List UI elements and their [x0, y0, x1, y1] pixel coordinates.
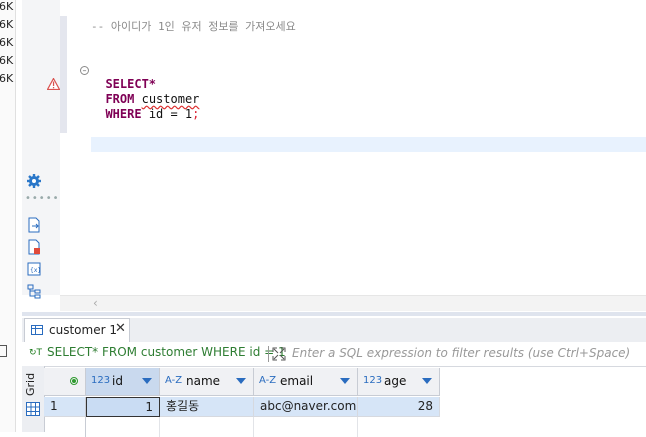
sql-comment[interactable]: -- 아이디가 1인 유저 정보를 가져오세요 — [91, 18, 296, 34]
cell-email[interactable]: abc@naver.com — [254, 397, 358, 417]
sort-arrow-icon[interactable] — [236, 378, 246, 384]
fold-region-bar — [60, 16, 67, 133]
text-type-icon: A-Z — [259, 375, 277, 386]
text-type-icon: A-Z — [165, 375, 183, 386]
column-name: age — [384, 374, 407, 388]
numeric-type-icon: 123 — [91, 375, 111, 386]
results-grid: 123 id A-Z name A-Z email 123 age 1 1 홍길… — [44, 368, 646, 437]
size-label: 6K — [0, 72, 14, 85]
svg-text:{x}: {x} — [30, 267, 41, 274]
current-line-highlight — [91, 137, 646, 152]
cell-id[interactable]: 1 — [86, 397, 160, 417]
sql-line-where[interactable]: WHERE id = 1; — [91, 93, 199, 121]
left-panel-strip: 6K 6K 6K 6K 6K — [0, 0, 16, 432]
editor-horizontal-scrollbar[interactable]: ‹ — [60, 295, 646, 311]
size-label: 6K — [0, 0, 14, 13]
sort-arrow-icon[interactable] — [142, 378, 152, 384]
where-condition: id = 1 — [148, 107, 193, 121]
file-error-icon[interactable] — [26, 239, 42, 255]
select-all-icon[interactable] — [70, 377, 78, 385]
sort-arrow-icon[interactable] — [422, 378, 432, 384]
column-name: id — [112, 374, 123, 388]
cell-age[interactable]: 28 — [358, 397, 440, 417]
results-divider[interactable] — [22, 312, 646, 316]
table-row[interactable]: 1 1 홍길동 abc@naver.com 28 — [44, 397, 440, 417]
results-filter-bar: ↻T SELECT* FROM customer WHERE id = 1 En… — [22, 342, 646, 367]
cell-name[interactable]: 홍길동 — [160, 397, 254, 417]
results-tabbar: customer 1 ✕ — [22, 318, 646, 343]
tab-results-customer[interactable]: customer 1 ✕ — [24, 318, 130, 342]
outline-icon[interactable] — [26, 283, 42, 299]
settings-gear-icon[interactable] — [26, 173, 42, 189]
tab-label: customer 1 — [49, 323, 117, 337]
results-view-tabs: Grid — [22, 366, 45, 432]
keyword-where: WHERE — [105, 107, 142, 121]
sort-arrow-icon[interactable] — [340, 378, 350, 384]
close-icon[interactable]: ✕ — [115, 321, 126, 336]
empty-grid-area — [254, 417, 358, 437]
numeric-type-icon: 123 — [363, 375, 383, 386]
table-icon — [31, 325, 43, 335]
column-header-email[interactable]: A-Z email — [254, 368, 358, 396]
empty-grid-area — [44, 417, 86, 437]
column-header-name[interactable]: A-Z name — [160, 368, 254, 396]
column-header-id[interactable]: 123 id — [86, 368, 160, 396]
column-name: name — [186, 374, 221, 388]
expand-filter-icon[interactable] — [272, 347, 286, 361]
empty-grid-area — [160, 417, 254, 437]
tab-grid-view[interactable]: Grid — [24, 373, 42, 396]
row-number[interactable]: 1 — [44, 397, 86, 417]
grid-icon[interactable] — [26, 402, 40, 416]
filter-input[interactable]: Enter a SQL expression to filter results… — [292, 346, 630, 360]
column-header-age[interactable]: 123 age — [358, 368, 440, 396]
panel-toggle-icon[interactable] — [0, 345, 7, 357]
column-name: email — [280, 374, 314, 388]
size-label: 6K — [0, 54, 14, 67]
sql-query-icon: ↻T — [29, 348, 43, 358]
scroll-left-icon[interactable]: ‹ — [93, 296, 98, 310]
statement-semicolon: ; — [192, 107, 200, 121]
size-label: 6K — [0, 18, 14, 31]
row-number-header[interactable] — [44, 368, 86, 396]
variables-icon[interactable]: {x} — [26, 261, 42, 277]
executed-query-text: SELECT* FROM customer WHERE id = 1 — [47, 345, 286, 359]
separator-dots: ••••• — [25, 193, 60, 204]
size-label: 6K — [0, 36, 14, 49]
warning-icon[interactable] — [47, 78, 60, 90]
empty-grid-area — [86, 417, 160, 437]
collapse-icon[interactable]: – — [80, 66, 89, 75]
filter-separator — [268, 346, 269, 362]
export-file-icon[interactable] — [26, 217, 42, 233]
